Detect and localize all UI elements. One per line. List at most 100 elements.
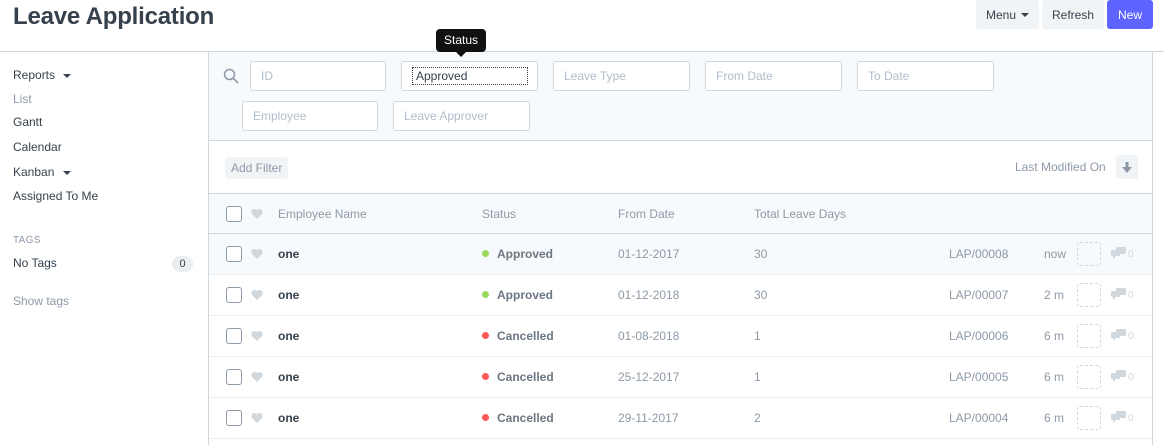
comment-icon — [1111, 411, 1126, 423]
employee-filter-input[interactable] — [242, 101, 378, 131]
status-label: Approved — [497, 247, 554, 261]
status-filter-select[interactable]: Approved — [401, 61, 538, 91]
caret-down-icon — [1021, 12, 1030, 17]
from-date-filter-input[interactable] — [705, 61, 842, 91]
employee-name-link[interactable]: one — [278, 288, 299, 302]
comment-count: 0 — [1128, 372, 1134, 383]
tag-count-badge: 0 — [172, 256, 193, 272]
list-view: Approved Add Filter Last Modified On Emp… — [208, 52, 1153, 445]
to-date-filter-input[interactable] — [857, 61, 994, 91]
record-id: LAP/00004 — [949, 411, 1009, 425]
assignee-avatar-placeholder — [1077, 406, 1101, 430]
row-checkbox[interactable] — [226, 246, 242, 262]
sort-order-button[interactable] — [1116, 155, 1138, 179]
status-label: Cancelled — [497, 411, 554, 425]
comment-count: 0 — [1128, 249, 1134, 260]
assignee-avatar-placeholder — [1077, 365, 1101, 389]
list-header: Employee Name Status From Date Total Lea… — [209, 194, 1152, 234]
table-row[interactable]: one Cancelled 29-11-2017 2 LAP/00004 6 m 0 — [209, 398, 1152, 439]
assignee-avatar-placeholder — [1077, 242, 1101, 266]
record-id: LAP/00008 — [949, 247, 1009, 261]
leave-type-filter-input[interactable] — [553, 61, 690, 91]
comment-icon — [1111, 370, 1126, 382]
status-indicator[interactable]: Cancelled — [482, 370, 554, 384]
row-checkbox[interactable] — [226, 328, 242, 344]
status-label: Approved — [497, 288, 554, 302]
new-button[interactable]: New — [1107, 0, 1153, 29]
status-indicator[interactable]: Cancelled — [482, 411, 554, 425]
refresh-button[interactable]: Refresh — [1042, 0, 1104, 29]
record-id: LAP/00007 — [949, 288, 1009, 302]
select-all-checkbox[interactable] — [226, 206, 242, 222]
employee-name-link[interactable]: one — [278, 329, 299, 343]
status-label: Cancelled — [497, 329, 554, 343]
heart-icon[interactable] — [251, 289, 263, 301]
assignee-avatar-placeholder — [1077, 283, 1101, 307]
heart-icon[interactable] — [251, 208, 263, 220]
assignee-avatar-placeholder — [1077, 324, 1101, 348]
sidebar-item-list[interactable]: List — [13, 92, 32, 106]
modified-time: now — [1044, 247, 1067, 261]
tags-heading: TAGS — [13, 235, 41, 246]
sidebar-item-assigned-to-me[interactable]: Assigned To Me — [13, 189, 98, 203]
status-indicator[interactable]: Approved — [482, 288, 553, 302]
from-date-cell: 01-12-2017 — [618, 247, 680, 261]
record-id: LAP/00005 — [949, 370, 1009, 384]
comment-icon — [1111, 288, 1126, 300]
table-row[interactable]: one Cancelled 01-08-2018 1 LAP/00006 6 m 0 — [209, 316, 1152, 357]
search-icon — [223, 68, 239, 84]
status-dot — [482, 332, 489, 340]
status-label: Cancelled — [497, 370, 554, 384]
record-id: LAP/00006 — [949, 329, 1009, 343]
page-title: Leave Application — [13, 3, 215, 30]
table-row[interactable]: one Approved 01-12-2017 30 LAP/00008 now 0 — [209, 234, 1152, 275]
employee-name-link[interactable]: one — [278, 247, 299, 261]
total-leave-days-cell: 30 — [754, 247, 768, 261]
heart-icon[interactable] — [251, 330, 263, 342]
comment-count: 0 — [1128, 331, 1134, 342]
employee-name-link[interactable]: one — [278, 411, 299, 425]
add-filter-button[interactable]: Add Filter — [225, 157, 289, 179]
comment-count: 0 — [1128, 290, 1134, 301]
status-dot — [482, 291, 489, 299]
sidebar: Reports List Gantt Calendar Kanban Assig… — [0, 53, 208, 445]
employee-name-link[interactable]: one — [278, 370, 299, 384]
from-date-cell: 01-12-2018 — [618, 288, 680, 302]
status-dot — [482, 250, 489, 258]
sidebar-item-no-tags[interactable]: No Tags — [13, 256, 57, 270]
status-indicator[interactable]: Approved — [482, 247, 553, 261]
comment-count: 0 — [1128, 413, 1134, 424]
sidebar-item-calendar[interactable]: Calendar — [13, 140, 62, 154]
list-toolbar: Add Filter Last Modified On — [209, 142, 1152, 194]
menu-button[interactable]: Menu — [976, 0, 1039, 29]
heart-icon[interactable] — [251, 248, 263, 260]
status-filter-value: Approved — [412, 67, 528, 85]
status-indicator[interactable]: Cancelled — [482, 329, 554, 343]
sort-by-selector[interactable]: Last Modified On — [1015, 160, 1106, 174]
status-dot — [482, 414, 489, 422]
column-header-status: Status — [482, 207, 517, 221]
modified-time: 2 m — [1044, 288, 1065, 302]
filter-area: Approved — [209, 52, 1152, 141]
heart-icon[interactable] — [251, 371, 263, 383]
show-tags-link[interactable]: Show tags — [13, 294, 69, 308]
row-checkbox[interactable] — [226, 410, 242, 426]
from-date-cell: 01-08-2018 — [618, 329, 680, 343]
modified-time: 6 m — [1044, 329, 1065, 343]
column-header-from-date: From Date — [618, 207, 675, 221]
sidebar-item-gantt[interactable]: Gantt — [13, 115, 42, 129]
arrow-down-icon — [1122, 161, 1132, 173]
sidebar-item-reports[interactable]: Reports — [13, 68, 72, 82]
heart-icon[interactable] — [251, 412, 263, 424]
table-row[interactable]: one Approved 01-12-2018 30 LAP/00007 2 m 0 — [209, 275, 1152, 316]
column-header-employee-name: Employee Name — [278, 207, 367, 221]
row-checkbox[interactable] — [226, 287, 242, 303]
sidebar-item-kanban[interactable]: Kanban — [13, 165, 71, 179]
modified-time: 6 m — [1044, 370, 1065, 384]
leave-approver-filter-input[interactable] — [393, 101, 530, 131]
row-checkbox[interactable] — [226, 369, 242, 385]
total-leave-days-cell: 30 — [754, 288, 768, 302]
table-row[interactable]: one Cancelled 25-12-2017 1 LAP/00005 6 m 0 — [209, 357, 1152, 398]
status-tooltip: Status — [436, 29, 486, 57]
id-filter-input[interactable] — [250, 61, 386, 91]
